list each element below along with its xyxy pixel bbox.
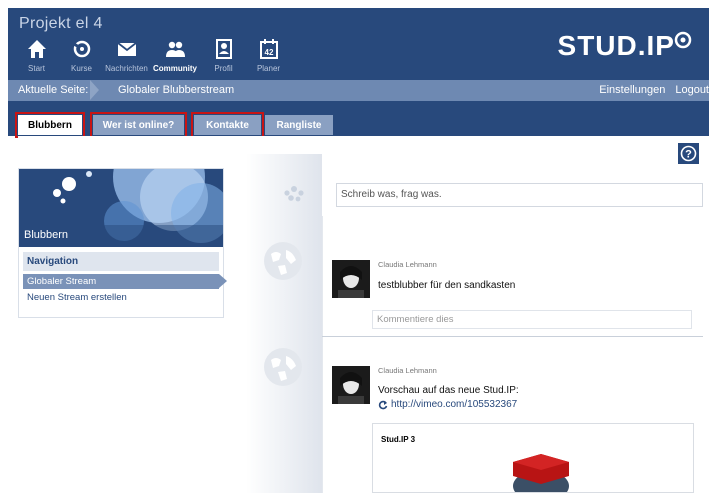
studip-logo[interactable]: STUD.IP <box>558 30 693 62</box>
nav-item-planer[interactable]: 42 Planer <box>246 38 291 78</box>
calendar-icon: 42 <box>259 39 278 59</box>
post-text: testblubber für den sandkasten <box>378 280 516 291</box>
post-link-text[interactable]: http://vimeo.com/105532367 <box>391 399 517 410</box>
profile-icon <box>215 39 232 59</box>
logo-bubble-icon <box>674 31 692 49</box>
sidebar-title: Blubbern <box>24 229 69 241</box>
sidebar-nav-title: Navigation <box>23 252 219 271</box>
breadcrumb-label: Aktuelle Seite: <box>18 84 89 96</box>
nav-label: Kurse <box>71 64 92 73</box>
main-content: ? Blubbern Navigation Globaler Stream Ne… <box>18 136 703 493</box>
tab-kontakte[interactable]: Kontakte <box>191 112 264 138</box>
preview-thumbnail <box>513 454 569 492</box>
nav-label: Profil <box>214 64 233 73</box>
app-title: Projekt el 4 <box>19 15 103 32</box>
mail-icon <box>116 42 137 56</box>
svg-text:?: ? <box>685 149 692 161</box>
community-icon <box>284 186 304 202</box>
post-item: Claudia Lehmann Vorschau auf das neue St… <box>322 366 699 426</box>
sidebar-item-neuen-stream[interactable]: Neuen Stream erstellen <box>23 290 219 305</box>
nav-item-nachrichten[interactable]: Nachrichten <box>104 38 149 78</box>
post-author[interactable]: Claudia Lehmann <box>378 260 437 269</box>
logo-text: STUD.IP <box>557 30 675 61</box>
post-divider <box>322 336 703 337</box>
sidebar-item-globaler-stream[interactable]: Globaler Stream <box>23 274 227 289</box>
post-link[interactable]: http://vimeo.com/105532367 <box>378 399 517 410</box>
breadcrumb-separator <box>90 80 99 100</box>
app-window: Projekt el 4 Start Kurse Nachrichten Com… <box>8 8 709 493</box>
video-preview[interactable]: Stud.IP 3 <box>372 423 694 493</box>
tab-blubbern[interactable]: Blubbern <box>15 112 85 138</box>
breadcrumb: Aktuelle Seite: Globaler Blubberstream E… <box>8 80 709 101</box>
calendar-badge: 42 <box>264 48 273 57</box>
tab-wer-ist-online[interactable]: Wer ist online? <box>90 112 187 138</box>
comment-input[interactable]: Kommentiere dies <box>372 310 692 329</box>
globe-icon <box>264 242 302 280</box>
logout-link[interactable]: Logout <box>675 84 709 96</box>
community-icon <box>166 41 185 57</box>
header-links: Einstellungen Logout <box>599 84 709 96</box>
nav-item-kurse[interactable]: Kurse <box>59 38 104 78</box>
help-icon: ? <box>680 145 697 162</box>
nav-item-start[interactable]: Start <box>14 38 59 78</box>
nav-label: Planer <box>256 64 281 73</box>
post-author[interactable]: Claudia Lehmann <box>378 366 437 375</box>
post-text: Vorschau auf das neue Stud.IP: <box>378 385 519 396</box>
top-bar: Projekt el 4 Start Kurse Nachrichten Com… <box>8 8 709 80</box>
stream-gutter <box>246 154 322 493</box>
avatar[interactable] <box>332 366 370 404</box>
avatar[interactable] <box>332 260 370 298</box>
breadcrumb-current[interactable]: Globaler Blubberstream <box>118 84 234 96</box>
help-button[interactable]: ? <box>678 143 699 164</box>
nav-label: Community <box>153 64 197 73</box>
external-link-icon <box>378 400 388 409</box>
sidebar: Blubbern Navigation Globaler Stream Neue… <box>18 168 227 318</box>
sidebar-header: Blubbern <box>19 169 223 247</box>
nav-item-profil[interactable]: Profil <box>201 38 246 78</box>
nav-label: Nachrichten <box>105 64 148 73</box>
tab-bar: Blubbern Wer ist online? Kontakte Rangli… <box>8 101 709 138</box>
nav-item-community[interactable]: Community <box>149 38 201 78</box>
compose-input[interactable]: Schreib was, frag was. <box>336 183 703 207</box>
globe-icon <box>264 348 302 386</box>
post-item: Claudia Lehmann testblubber für den sand… <box>322 260 699 334</box>
tab-rangliste[interactable]: Rangliste <box>265 115 333 135</box>
nav-label: Start <box>28 64 45 73</box>
avatar-image <box>332 260 370 298</box>
settings-link[interactable]: Einstellungen <box>599 84 665 96</box>
courses-icon <box>72 40 90 58</box>
home-icon <box>27 40 46 58</box>
avatar-image <box>332 366 370 404</box>
main-navigation: Start Kurse Nachrichten Community Profil… <box>14 38 291 78</box>
